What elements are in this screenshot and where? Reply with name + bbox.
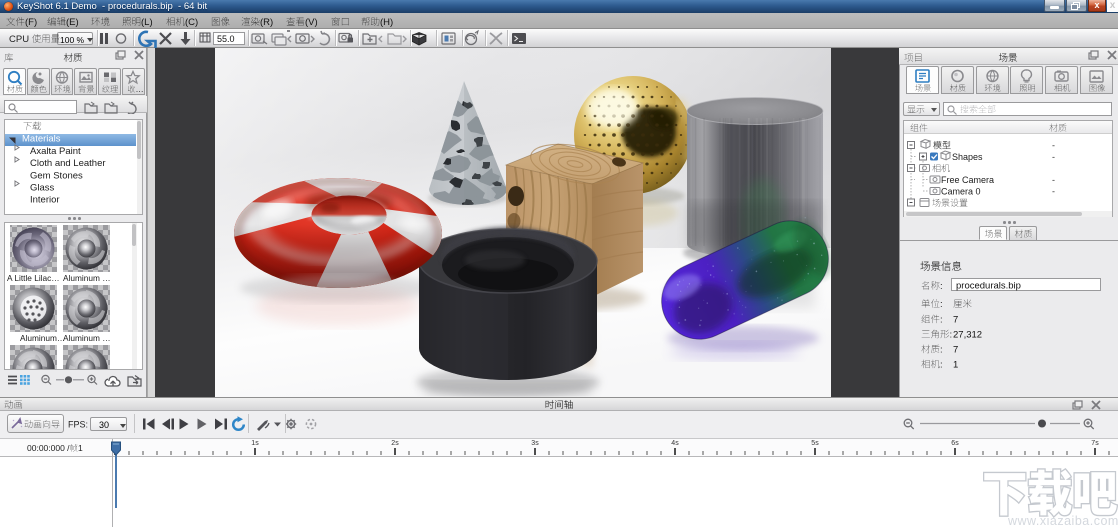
- svg-text:procedurals.bip: procedurals.bip: [956, 281, 1021, 292]
- svg-text:CPU: CPU: [9, 34, 29, 45]
- svg-text:www.xiazaiba.com: www.xiazaiba.com: [1007, 514, 1118, 527]
- svg-text:-: -: [1052, 152, 1055, 162]
- svg-text:Interior: Interior: [30, 195, 60, 206]
- svg-text:Materials: Materials: [22, 134, 61, 145]
- svg-text:Free Camera: Free Camera: [941, 175, 994, 185]
- svg-text:(R): (R): [260, 17, 273, 28]
- svg-text:Aluminum…: Aluminum…: [20, 333, 65, 343]
- svg-text:Glass: Glass: [30, 183, 55, 194]
- svg-text:Cloth and Leather: Cloth and Leather: [30, 158, 106, 169]
- svg-text:(C): (C): [185, 17, 198, 28]
- svg-text:Aluminum …: Aluminum …: [63, 333, 111, 343]
- svg-text:…: …: [136, 85, 144, 94]
- svg-text:(H): (H): [380, 17, 393, 28]
- svg-text:(E): (E): [66, 17, 79, 28]
- svg-text:Axalta Paint: Axalta Paint: [30, 146, 81, 157]
- svg-text:27,312: 27,312: [953, 330, 982, 341]
- svg-text:(V): (V): [305, 17, 318, 28]
- svg-text:Gem Stones: Gem Stones: [30, 170, 83, 181]
- svg-text:00:00:000 /: 00:00:000 /: [27, 443, 70, 453]
- svg-text:Camera 0: Camera 0: [941, 187, 981, 197]
- svg-text::: :: [940, 299, 943, 310]
- svg-text:-: -: [1052, 141, 1055, 151]
- svg-text:1: 1: [953, 360, 958, 371]
- svg-text::: :: [940, 345, 943, 356]
- svg-text:(F): (F): [25, 17, 37, 28]
- svg-text:Shapes: Shapes: [952, 152, 983, 162]
- svg-text::: :: [940, 281, 943, 292]
- svg-text:1: 1: [78, 443, 83, 453]
- svg-text:A Little Lilac…: A Little Lilac…: [7, 273, 60, 283]
- svg-text:(L): (L): [141, 17, 153, 28]
- svg-text:7: 7: [953, 345, 958, 356]
- svg-text:-: -: [1052, 187, 1055, 197]
- svg-text:FPS:: FPS:: [68, 420, 88, 430]
- svg-text:Aluminum …: Aluminum …: [63, 273, 111, 283]
- svg-text:-: -: [1052, 175, 1055, 185]
- svg-text:7: 7: [953, 315, 958, 326]
- svg-text::: :: [940, 360, 943, 371]
- svg-text::: :: [950, 330, 953, 341]
- svg-text::: :: [940, 315, 943, 326]
